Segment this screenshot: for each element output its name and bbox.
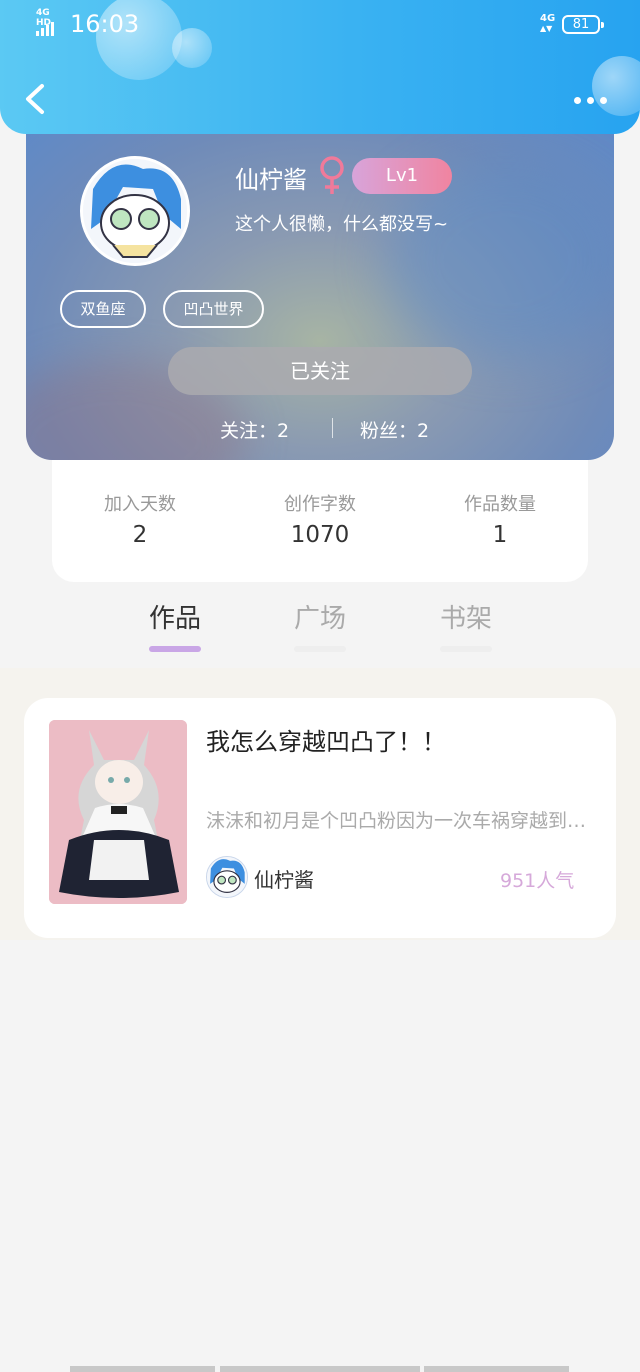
- female-icon: [316, 154, 348, 196]
- stat-label: 作品数量: [464, 494, 536, 515]
- nickname: 仙柠酱: [235, 166, 307, 194]
- avatar[interactable]: [80, 156, 190, 266]
- stat-label: 加入天数: [104, 494, 176, 515]
- tab-indicator-active: [149, 646, 201, 652]
- tab-indicator: [294, 646, 346, 652]
- work-card[interactable]: 我怎么穿越凹凸了！！ 沫沫和初月是个凹凸粉因为一次车祸穿越到… 仙柠酱 951人…: [24, 698, 616, 938]
- tab-works[interactable]: 作品: [130, 598, 220, 635]
- top-navigation-bar: 4G HD 16:03 4G ▲▼ 81: [0, 0, 640, 134]
- tab-square[interactable]: 广场: [275, 598, 365, 635]
- signal-icon: 4G HD: [36, 8, 64, 36]
- stat-works-count: 作品数量 1: [420, 490, 580, 548]
- signature: 这个人很懒，什么都没写~: [235, 214, 449, 235]
- stat-value: 1: [492, 522, 508, 548]
- cover-illustration: [49, 720, 187, 904]
- bottom-strip: [424, 1366, 569, 1372]
- stat-value: 1070: [290, 522, 350, 548]
- tab-bookshelf[interactable]: 书架: [421, 598, 511, 635]
- work-title[interactable]: 我怎么穿越凹凸了！！: [206, 722, 446, 757]
- status-time: 16:03: [70, 10, 140, 38]
- works-list: 我怎么穿越凹凸了！！ 沫沫和初月是个凹凸粉因为一次车祸穿越到… 仙柠酱 951人…: [0, 668, 640, 940]
- author-avatar[interactable]: [206, 856, 248, 898]
- stat-label: 创作字数: [284, 494, 356, 515]
- battery-icon: 81: [562, 15, 604, 34]
- bottom-strip: [220, 1366, 420, 1372]
- follow-button[interactable]: 已关注: [168, 347, 472, 395]
- author-name[interactable]: 仙柠酱: [254, 864, 314, 893]
- work-cover-image[interactable]: [49, 720, 187, 904]
- tag-interest[interactable]: 凹凸世界: [163, 290, 264, 328]
- more-dots-icon: [587, 96, 594, 104]
- content-tabs: 作品 广场 书架: [0, 598, 640, 662]
- work-description-text: 沫沫和初月是个凹凸粉因为一次车祸穿越到…: [206, 810, 587, 832]
- tab-indicator: [440, 646, 492, 652]
- divider: [332, 418, 333, 438]
- bottom-strip: [70, 1366, 215, 1372]
- stat-word-count: 创作字数 1070: [240, 490, 400, 548]
- author-avatar-illustration: [207, 857, 247, 897]
- stat-join-days: 加入天数 2: [60, 490, 220, 548]
- decorative-bubble: [172, 28, 212, 68]
- tag-constellation[interactable]: 双鱼座: [60, 290, 146, 328]
- fans-count[interactable]: 粉丝：2: [360, 416, 429, 443]
- more-dots-icon: [574, 96, 581, 104]
- work-description: 沫沫和初月是个凹凸粉因为一次车祸穿越到…: [206, 806, 596, 833]
- stat-value: 2: [132, 522, 148, 548]
- avatar-illustration: [83, 159, 187, 263]
- profile-header: 仙柠酱 Lv1 这个人很懒，什么都没写~ 双鱼座 凹凸世界 已关注 关注：2 粉…: [26, 120, 614, 460]
- more-button[interactable]: [574, 92, 614, 108]
- popularity-count: 951人气: [500, 870, 575, 892]
- network-type: 4G ▲▼: [540, 13, 556, 34]
- back-button[interactable]: [22, 82, 52, 116]
- level-badge: Lv1: [352, 158, 452, 194]
- following-count[interactable]: 关注：2: [220, 416, 289, 443]
- chevron-left-icon: [26, 84, 44, 114]
- more-dots-icon: [600, 96, 607, 104]
- stats-card: 加入天数 2 创作字数 1070 作品数量 1: [52, 450, 588, 582]
